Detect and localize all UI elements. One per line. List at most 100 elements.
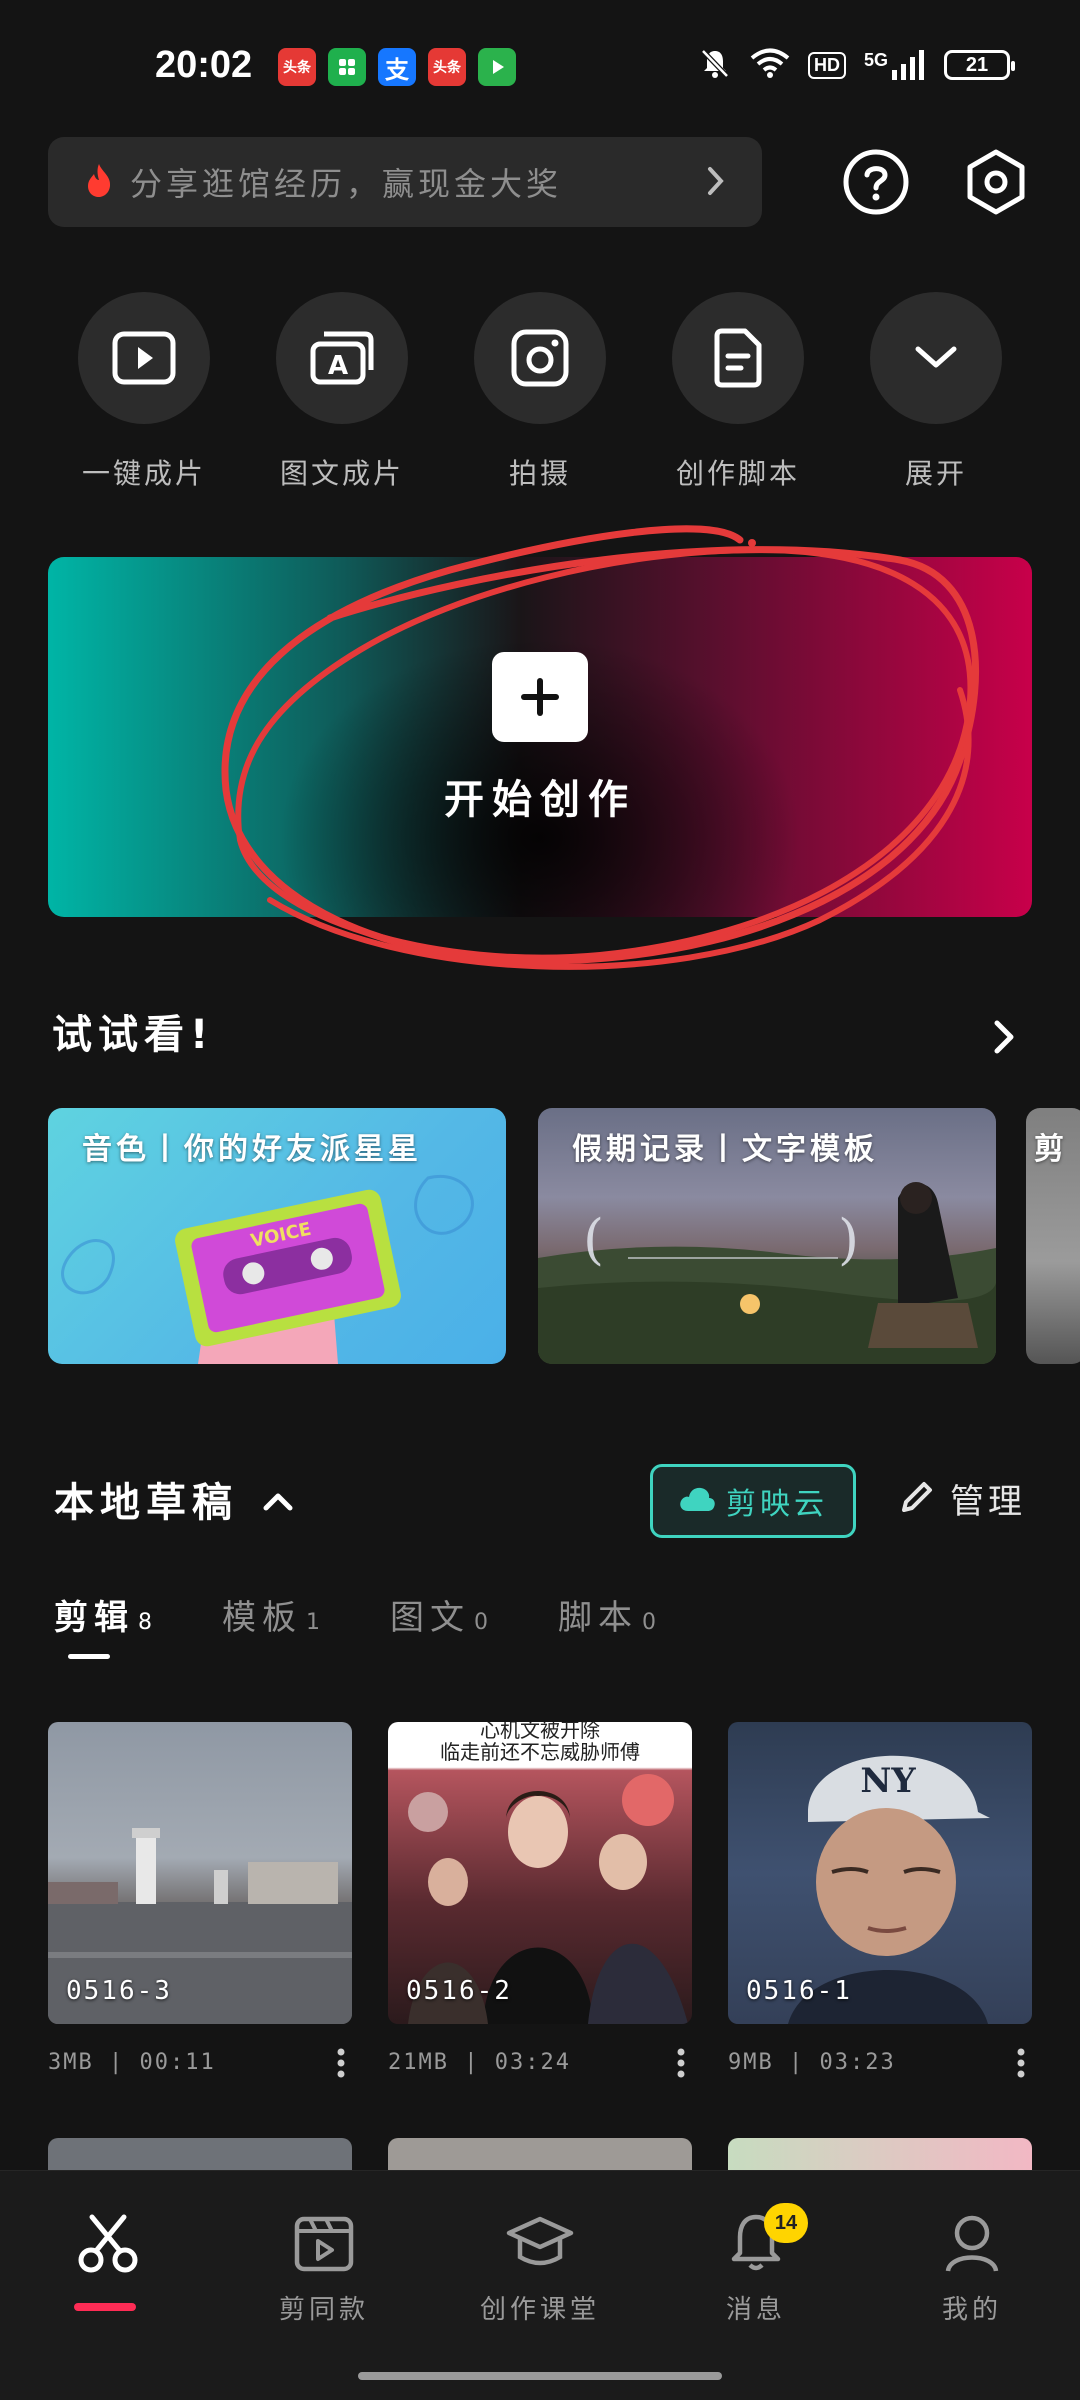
- chevron-down-icon: [870, 292, 1002, 424]
- manage-button[interactable]: 管理: [898, 1474, 1026, 1523]
- quick-label: 拍摄: [508, 457, 571, 490]
- plus-icon: [492, 652, 588, 742]
- draft-thumbnail: NY 0516-1: [728, 1722, 1032, 2024]
- play-icon: [78, 292, 210, 424]
- quick-text-to-video[interactable]: A 图文成片: [276, 292, 408, 492]
- cloud-button[interactable]: 剪映云: [650, 1464, 856, 1538]
- tab-label: 模板: [222, 1598, 302, 1638]
- more-options-icon[interactable]: [336, 2048, 346, 2082]
- tab-count: 0: [474, 1610, 488, 1635]
- tab-script[interactable]: 脚本 0: [558, 1590, 656, 1639]
- hd-badge: HD: [807, 51, 846, 79]
- signal-icon: 5G: [864, 50, 926, 80]
- profile-icon: [940, 2211, 1004, 2279]
- draft-item[interactable]: 心机文被开除 临走前还不忘威胁师傅 0516-2 21MB | 03:24: [388, 1722, 692, 2078]
- tab-edit[interactable]: 剪辑 8: [54, 1590, 152, 1659]
- tab-count: 0: [642, 1610, 656, 1635]
- drafts-title: 本地草稿: [54, 1480, 238, 1526]
- tab-label: 脚本: [558, 1598, 638, 1638]
- quick-shoot[interactable]: 拍摄: [474, 292, 606, 492]
- camera-icon: [474, 292, 606, 424]
- message-badge: 14: [764, 2203, 808, 2243]
- cloud-icon: [678, 1485, 716, 1517]
- tab-underline: [68, 1654, 110, 1659]
- promo-text: 分享逛馆经历，赢现金大奖: [130, 165, 563, 203]
- quick-label: 一键成片: [81, 457, 206, 490]
- nav-classroom[interactable]: 创作课堂: [460, 2211, 620, 2326]
- home-indicator[interactable]: [358, 2372, 722, 2380]
- nav-templates[interactable]: 剪同款: [244, 2211, 404, 2326]
- status-time: 20:02: [155, 44, 253, 86]
- edit-icon: [898, 1478, 936, 1520]
- chevron-right-icon: [706, 165, 726, 201]
- flame-icon: [84, 162, 114, 202]
- quick-label: 图文成片: [279, 457, 404, 490]
- draft-caption: 临走前还不忘威胁师傅: [440, 1740, 640, 1764]
- draft-name: 0516-1: [746, 1976, 852, 2006]
- try-card-voice[interactable]: VOICE 音色丨你的好友派星星: [48, 1108, 506, 1364]
- wifi-icon: [750, 47, 790, 83]
- notification-icons: 头条 支 头条: [278, 48, 516, 86]
- cloud-label: 剪映云: [726, 1487, 828, 1522]
- draft-tabs: 剪辑 8 模板 1 图文 0 脚本 0: [54, 1590, 726, 1659]
- toutiao-app-icon: 头条: [428, 48, 466, 86]
- start-creation-label: 开始创作: [444, 777, 636, 823]
- draft-item[interactable]: 0516-3 3MB | 00:11: [48, 1722, 352, 2078]
- tab-count: 8: [138, 1610, 152, 1635]
- network-type: 5G: [863, 50, 888, 70]
- graduation-cap-icon: [505, 2211, 575, 2279]
- bottom-navigation: 剪同款 创作课堂 14 消息 我的: [0, 2170, 1080, 2400]
- chevron-right-icon[interactable]: [992, 1018, 1016, 1060]
- settings-icon[interactable]: [962, 148, 1030, 216]
- nav-label: 创作课堂: [479, 2295, 600, 2325]
- battery-indicator: 21: [944, 50, 1015, 80]
- template-icon: [292, 2211, 356, 2279]
- quick-script[interactable]: 创作脚本: [672, 292, 804, 492]
- tab-label: 图文: [390, 1598, 470, 1638]
- chevron-up-icon[interactable]: [262, 1490, 294, 1516]
- try-card-title: 剪: [1034, 1132, 1068, 1167]
- help-icon[interactable]: [842, 148, 910, 216]
- tab-template[interactable]: 模板 1: [222, 1590, 320, 1639]
- quick-one-click-video[interactable]: 一键成片: [78, 292, 210, 492]
- status-right: HD 5G 21: [698, 46, 1015, 84]
- try-section-title: 试试看!: [52, 1012, 215, 1058]
- draft-item[interactable]: NY 0516-1 9MB | 03:23: [728, 1722, 1032, 2078]
- nav-label: 我的: [941, 2295, 1002, 2325]
- more-options-icon[interactable]: [1016, 2048, 1026, 2082]
- draft-thumbnail: 0516-3: [48, 1722, 352, 2024]
- text-image-icon: A: [276, 292, 408, 424]
- nav-label: 消息: [725, 2295, 786, 2325]
- toutiao-app-icon: 头条: [278, 48, 316, 86]
- alipay-icon: 支: [378, 48, 416, 86]
- svg-text:(: (: [583, 1208, 604, 1271]
- svg-text:NY: NY: [860, 1761, 916, 1801]
- nav-active-indicator: [74, 2303, 136, 2311]
- wechat-mini-icon: [328, 48, 366, 86]
- draft-thumbnail: 心机文被开除 临走前还不忘威胁师傅 0516-2: [388, 1722, 692, 2024]
- nav-label: 剪同款: [278, 2295, 369, 2325]
- scissors-icon: [76, 2211, 140, 2279]
- nav-messages[interactable]: 14 消息: [676, 2203, 836, 2326]
- status-bar: 20:02 头条 支 头条 HD 5G 21: [0, 0, 1080, 130]
- nav-profile[interactable]: 我的: [892, 2211, 1052, 2326]
- svg-text:A: A: [328, 351, 348, 381]
- video-app-icon: [478, 48, 516, 86]
- tab-label: 剪辑: [54, 1598, 134, 1638]
- try-card-title: 假期记录丨文字模板: [572, 1132, 878, 1167]
- tab-image-text[interactable]: 图文 0: [390, 1590, 488, 1639]
- manage-label: 管理: [950, 1482, 1026, 1522]
- start-creation-banner[interactable]: 开始创作: [48, 557, 1032, 917]
- draft-meta: 9MB | 03:23: [728, 2050, 896, 2075]
- quick-expand[interactable]: 展开: [870, 292, 1002, 492]
- promo-search-bar[interactable]: 分享逛馆经历，赢现金大奖: [48, 137, 762, 227]
- quick-label: 展开: [904, 457, 967, 490]
- more-options-icon[interactable]: [676, 2048, 686, 2082]
- draft-meta: 21MB | 03:24: [388, 2050, 571, 2075]
- try-card-partial[interactable]: 剪: [1026, 1108, 1080, 1364]
- try-card-holiday[interactable]: ( ) 假期记录丨文字模板: [538, 1108, 996, 1364]
- nav-edit[interactable]: [28, 2211, 188, 2289]
- try-card-title: 音色丨你的好友派星星: [82, 1132, 422, 1167]
- draft-name: 0516-3: [66, 1976, 172, 2006]
- quick-actions: 一键成片 A 图文成片 拍摄 创作脚本 展开: [78, 292, 1002, 492]
